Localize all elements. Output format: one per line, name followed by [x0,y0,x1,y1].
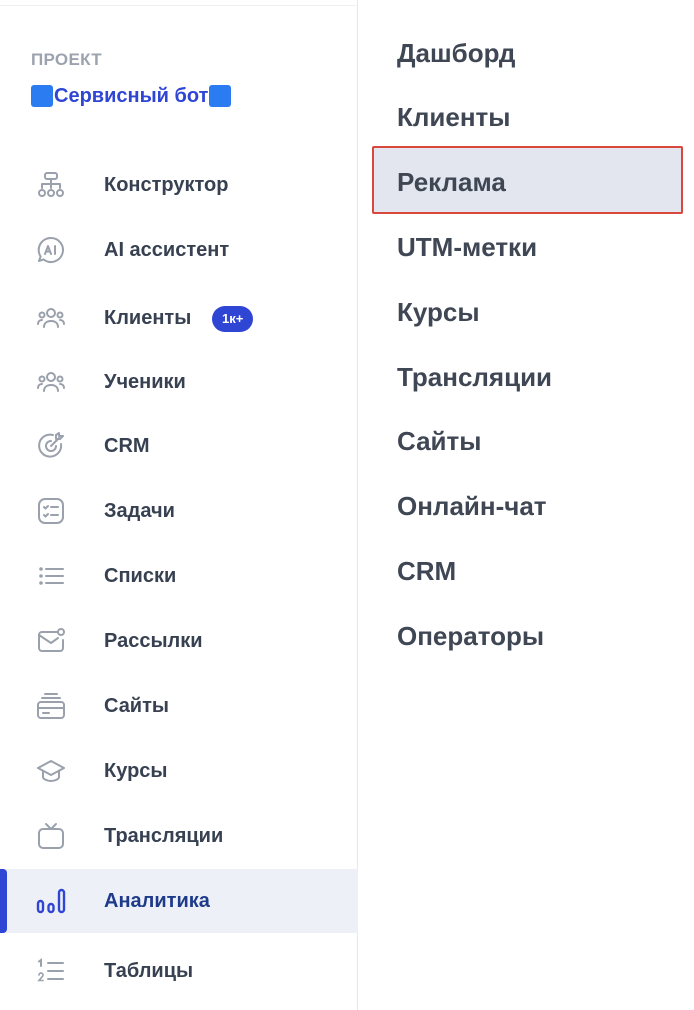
sidebar-item-label: Сайты [104,694,169,717]
sidebar-item-clients[interactable]: Клиенты 1к+ [0,286,358,350]
sidebar-item-tasks[interactable]: Задачи [0,479,358,543]
blue-square-icon [31,85,53,107]
sidebar-item-sites[interactable]: Сайты [0,674,358,738]
sidebar-item-lists[interactable]: Списки [0,544,358,608]
analytics-icon [36,886,66,916]
sidebar-top-divider [0,0,358,6]
submenu-item-courses[interactable]: Курсы [397,297,480,328]
target-icon [36,431,66,461]
sidebar-item-label: CRM [104,434,150,457]
submenu-item-broadcasts[interactable]: Трансляции [397,362,552,393]
sidebar-item-broadcasts[interactable]: Трансляции [0,804,358,868]
blue-square-icon [209,85,232,107]
project-label: ПРОЕКТ [31,50,102,69]
submenu-item-online-chat[interactable]: Онлайн-чат [397,491,547,522]
sidebar-item-analytics[interactable]: Аналитика [0,869,358,933]
website-icon [36,691,66,721]
list-icon [36,561,66,591]
mail-icon [36,626,66,656]
analytics-submenu: Дашборд Клиенты Реклама UTM-метки Курсы … [359,0,694,1010]
sidebar-item-tables[interactable]: Таблицы [0,939,358,1003]
users-icon [36,303,66,333]
project-name-text: Сервисный бот [54,84,209,107]
students-icon [36,367,66,397]
clients-count-badge: 1к+ [212,306,254,332]
sidebar-item-label: AI ассистент [104,238,230,261]
ai-chat-icon [36,235,66,265]
sidebar-item-label: Трансляции [104,824,224,847]
sidebar-item-label: Клиенты [104,306,192,329]
project-name[interactable]: Сервисный бот [31,84,232,108]
submenu-item-dashboard[interactable]: Дашборд [397,38,515,69]
sidebar-item-label: Аналитика [104,889,210,912]
task-list-icon [36,496,66,526]
submenu-item-operators[interactable]: Операторы [397,621,544,652]
sidebar: ПРОЕКТ Сервисный бот Конструктор AI асси… [0,0,358,1010]
sitemap-icon [36,170,66,200]
sidebar-item-label: Ученики [104,370,186,393]
sidebar-item-courses[interactable]: Курсы [0,739,358,803]
submenu-item-sites[interactable]: Сайты [397,426,481,457]
submenu-item-clients[interactable]: Клиенты [397,102,510,133]
sidebar-item-label: Таблицы [104,959,194,982]
sidebar-item-mailings[interactable]: Рассылки [0,609,358,673]
numbered-list-icon [36,956,66,986]
submenu-item-ads[interactable]: Реклама [397,167,506,198]
sidebar-item-label: Курсы [104,759,168,782]
submenu-item-utm-tags[interactable]: UTM-метки [397,232,537,263]
sidebar-item-crm[interactable]: CRM [0,414,358,478]
sidebar-item-constructor[interactable]: Конструктор [0,153,358,217]
sidebar-item-label: Списки [104,564,177,587]
active-indicator [0,869,7,933]
tv-icon [36,821,66,851]
sidebar-item-label: Задачи [104,499,175,522]
sidebar-item-label: Рассылки [104,629,203,652]
sidebar-item-ai-assistant[interactable]: AI ассистент [0,218,358,282]
graduation-cap-icon [36,756,66,786]
sidebar-item-label: Конструктор [104,173,229,196]
submenu-item-crm[interactable]: CRM [397,556,456,587]
sidebar-item-students[interactable]: Ученики [0,350,358,414]
